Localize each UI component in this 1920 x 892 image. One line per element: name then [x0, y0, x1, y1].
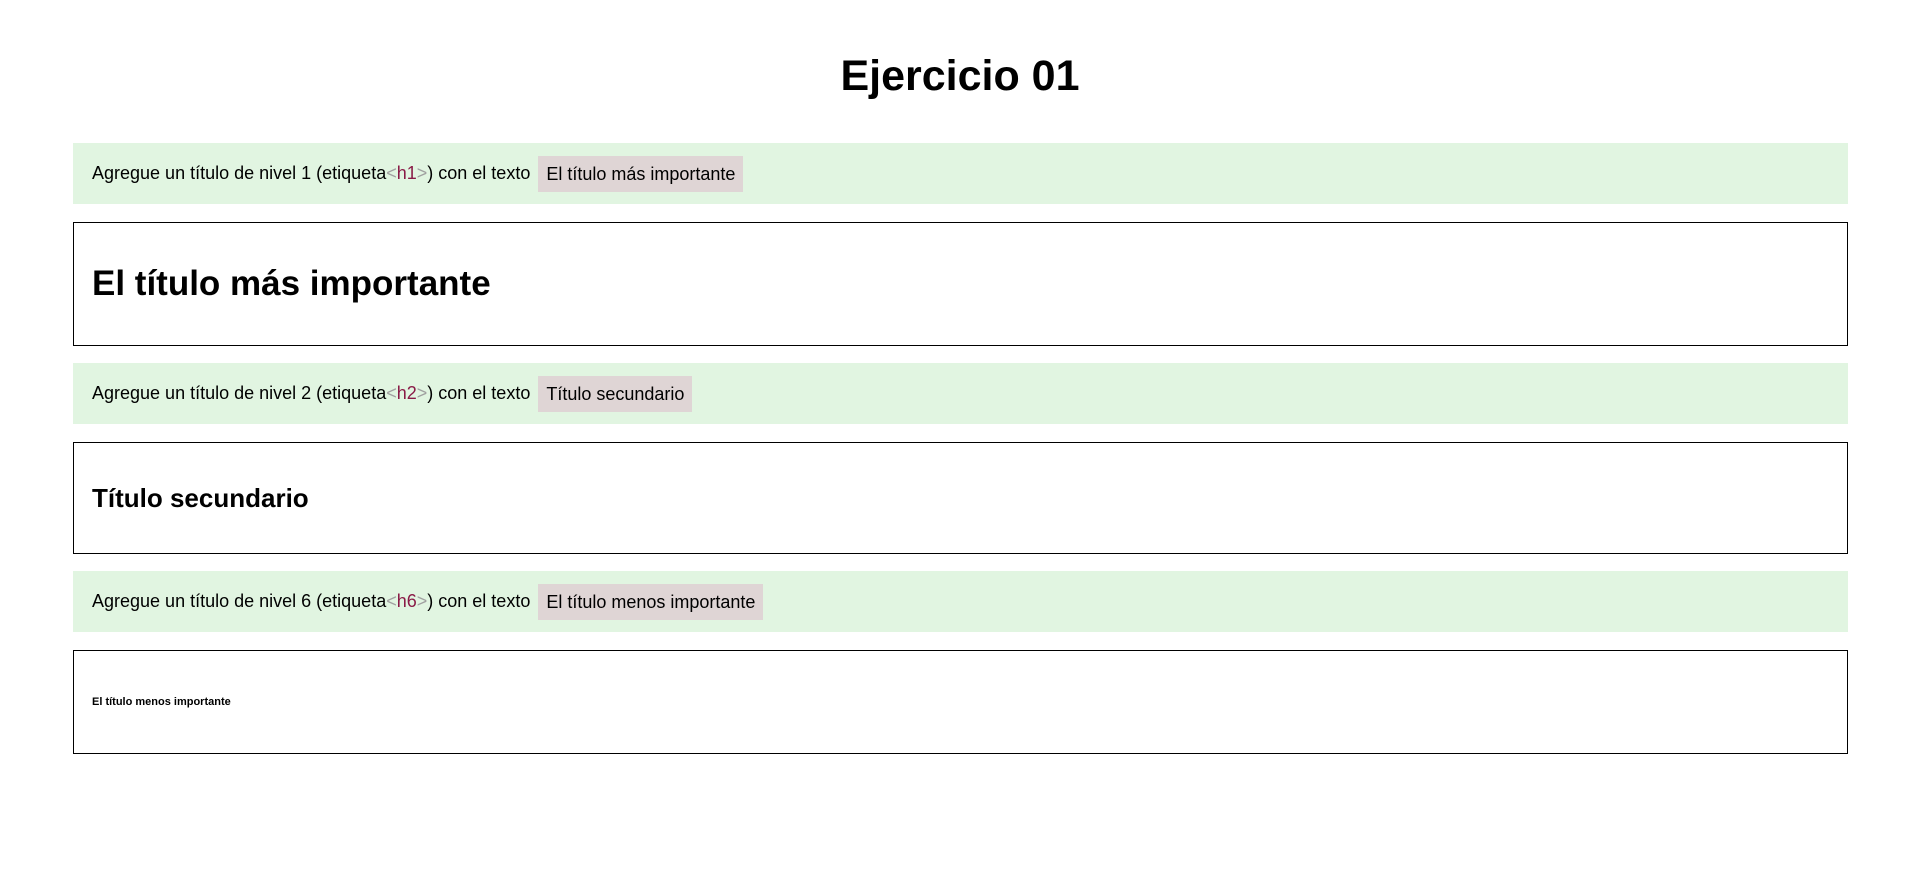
page-title: Ejercicio 01	[840, 52, 1080, 100]
tag-bracket-open: <	[386, 383, 397, 403]
result-box-h6: El título menos importante	[73, 650, 1848, 754]
expected-text-code: El título menos importante	[538, 583, 764, 620]
expected-text-code: Título secundario	[538, 375, 693, 412]
result-heading-h1: El título más importante	[92, 264, 491, 303]
instruction-suffix: ) con el texto	[427, 591, 531, 611]
instruction-suffix: ) con el texto	[427, 383, 531, 403]
result-heading-h6: El título menos importante	[92, 696, 231, 708]
tag-bracket-close: >	[416, 163, 428, 183]
instruction-text: Agregue un título de nivel 6 (etiqueta	[92, 591, 387, 611]
tag-bracket-open: <	[386, 591, 397, 611]
result-box-h1: El título más importante	[73, 222, 1848, 346]
tag-bracket-close: >	[416, 383, 428, 403]
instruction-text: Agregue un título de nivel 2 (etiqueta	[92, 383, 387, 403]
tag-name: h6	[396, 591, 417, 611]
tag-name: h1	[396, 163, 417, 183]
tag-bracket-open: <	[386, 163, 397, 183]
tag-bracket-close: >	[416, 591, 428, 611]
instruction-h1: Agregue un título de nivel 1 (etiqueta <…	[73, 143, 1848, 204]
instruction-h6: Agregue un título de nivel 6 (etiqueta <…	[73, 571, 1848, 632]
instruction-suffix: ) con el texto	[427, 163, 531, 183]
tag-name: h2	[396, 383, 417, 403]
result-box-h2: Título secundario	[73, 442, 1848, 554]
instruction-text: Agregue un título de nivel 1 (etiqueta	[92, 163, 387, 183]
result-heading-h2: Título secundario	[92, 482, 309, 513]
expected-text-code: El título más importante	[538, 155, 744, 192]
instruction-h2: Agregue un título de nivel 2 (etiqueta <…	[73, 363, 1848, 424]
page: Ejercicio 01 Agregue un título de nivel …	[0, 0, 1920, 892]
